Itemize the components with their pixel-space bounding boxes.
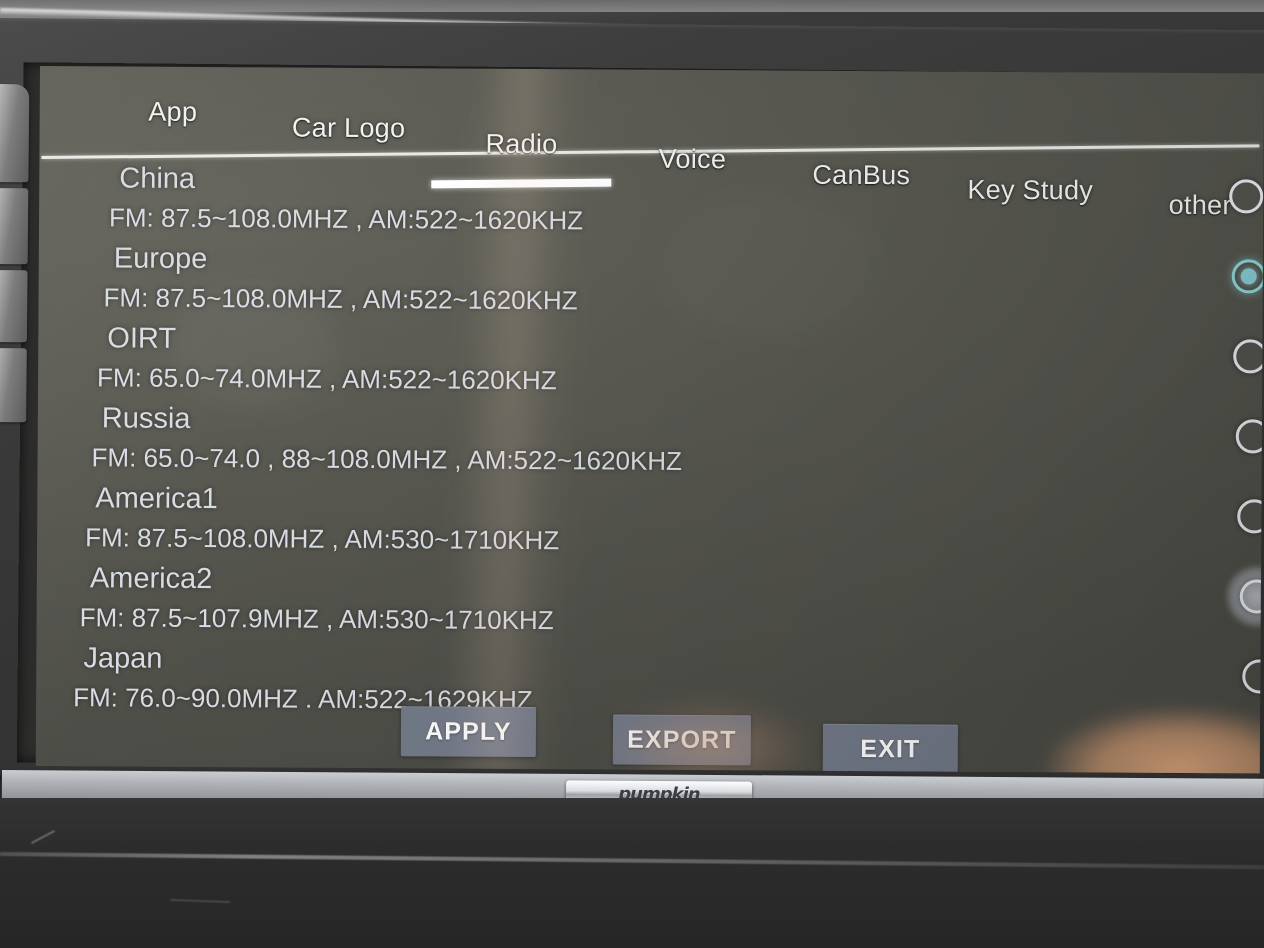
region-radio-button[interactable] xyxy=(1239,579,1264,614)
region-frequency-range: FM: 87.5~108.0MHZ , AM:530~1710KHZ xyxy=(85,522,560,556)
region-radio-button[interactable] xyxy=(1235,419,1264,454)
list-item[interactable]: America1 FM: 87.5~108.0MHZ , AM:530~1710K… xyxy=(37,482,1264,569)
region-name: America2 xyxy=(89,562,213,596)
hardware-button-2[interactable] xyxy=(0,187,29,265)
region-name: Europe xyxy=(113,242,208,276)
region-name: OIRT xyxy=(107,322,177,355)
tab-radio[interactable]: Radio xyxy=(485,129,557,160)
list-item[interactable]: Russia FM: 65.0~74.0 , 88~108.0MHZ , AM:5… xyxy=(37,402,1264,489)
list-item[interactable]: Europe FM: 87.5~108.0MHZ , AM:522~1620KHZ xyxy=(38,242,1264,329)
exit-button[interactable]: EXIT xyxy=(822,723,958,774)
photo-scene: App Car Logo Radio Voice CanBus Key Study othe… xyxy=(0,0,1264,948)
region-name: America1 xyxy=(95,482,218,516)
region-frequency-range: FM: 87.5~108.0MHZ , AM:522~1620KHZ xyxy=(108,202,584,236)
tab-app[interactable]: App xyxy=(148,97,197,128)
tab-car-logo[interactable]: Car Logo xyxy=(292,113,406,145)
hardware-button-4[interactable] xyxy=(0,347,27,423)
hardware-button-3[interactable] xyxy=(0,269,28,343)
list-item[interactable]: OIRT FM: 65.0~74.0MHZ , AM:522~1620KHZ xyxy=(38,322,1264,409)
region-radio-button[interactable] xyxy=(1233,339,1264,374)
lower-dashboard xyxy=(0,798,1264,948)
export-button[interactable]: EXPORT xyxy=(612,714,752,766)
region-name: Japan xyxy=(83,642,163,675)
apply-button[interactable]: APPLY xyxy=(400,706,537,758)
radio-region-list[interactable]: China FM: 87.5~108.0MHZ , AM:522~1620KHZ E… xyxy=(36,162,1264,739)
region-frequency-range: FM: 87.5~107.9MHZ , AM:530~1710KHZ xyxy=(79,602,554,636)
lcd-screen: App Car Logo Radio Voice CanBus Key Study othe… xyxy=(35,66,1264,774)
list-item[interactable]: China FM: 87.5~108.0MHZ , AM:522~1620KHZ xyxy=(39,162,1264,249)
footer-button-bar[interactable]: APPLY EXPORT EXIT xyxy=(36,704,1260,774)
region-frequency-range: FM: 65.0~74.0MHZ , AM:522~1620KHZ xyxy=(97,362,557,396)
tab-bar-underline xyxy=(41,144,1260,160)
region-frequency-range: FM: 87.5~108.0MHZ , AM:522~1620KHZ xyxy=(103,282,578,316)
hardware-button-1[interactable] xyxy=(0,83,30,183)
region-radio-button[interactable] xyxy=(1237,499,1264,534)
dashboard-top-band xyxy=(0,0,1264,12)
region-name: Russia xyxy=(101,402,191,435)
region-name: China xyxy=(119,162,196,195)
hardware-button-column[interactable] xyxy=(0,56,36,423)
settings-tab-bar[interactable]: App Car Logo Radio Voice CanBus Key Study othe… xyxy=(39,96,1263,220)
list-item[interactable]: America2 FM: 87.5~107.9MHZ , AM:530~1710K… xyxy=(36,562,1264,649)
region-radio-button[interactable] xyxy=(1231,259,1264,294)
region-radio-button[interactable] xyxy=(1229,179,1264,214)
region-frequency-range: FM: 65.0~74.0 , 88~108.0MHZ , AM:522~162… xyxy=(91,442,683,476)
